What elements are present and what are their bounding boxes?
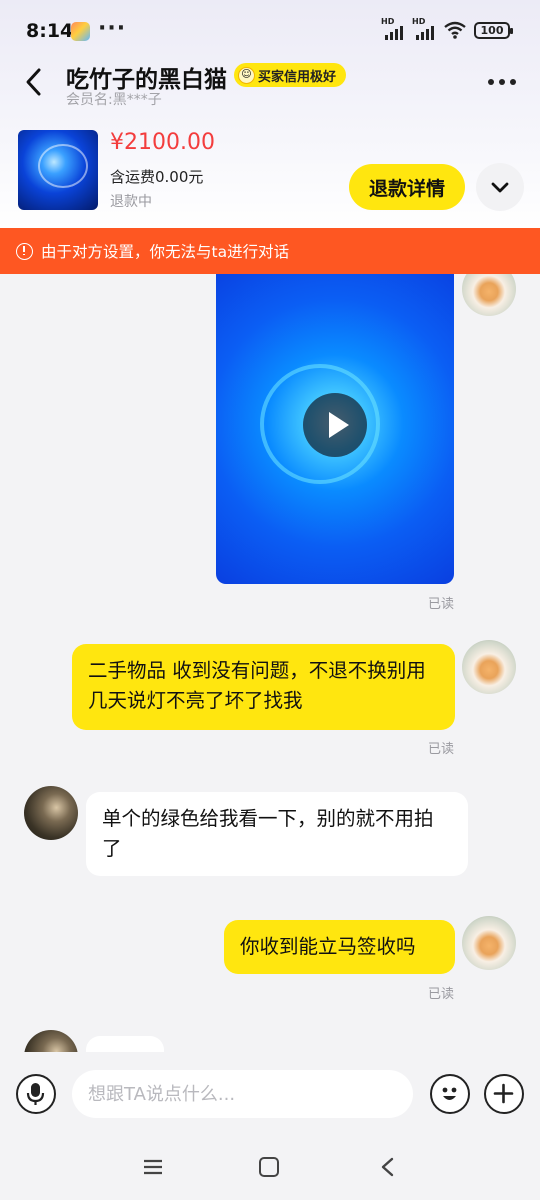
seller-avatar[interactable]: [24, 1030, 78, 1052]
credit-badge-label: 买家信用极好: [258, 69, 337, 85]
signal-icon: HD: [381, 17, 405, 40]
system-nav-bar: [0, 1142, 540, 1200]
voice-input-button[interactable]: [16, 1074, 56, 1114]
seller-avatar[interactable]: [24, 786, 78, 840]
my-avatar[interactable]: [462, 274, 516, 316]
more-options-button[interactable]: [488, 72, 520, 92]
message-input[interactable]: [72, 1070, 413, 1118]
refund-status: 退款中: [110, 194, 152, 210]
my-avatar[interactable]: [462, 916, 516, 970]
back-button[interactable]: [20, 64, 50, 100]
chevron-down-icon: [491, 182, 509, 193]
signal-icon: HD: [412, 17, 436, 40]
warning-icon: [16, 242, 33, 260]
message-bubble-theirs[interactable]: 单个的绿色给我看一下，别的就不用拍了: [86, 792, 468, 876]
chat-list[interactable]: 已读 二手物品 收到没有问题，不退不换别用几天说灯不亮了坏了找我 已读 单个的绿…: [0, 274, 540, 1052]
wifi-icon: [444, 21, 466, 39]
message-bubble-theirs[interactable]: [86, 1036, 164, 1052]
product-thumbnail[interactable]: [18, 130, 98, 210]
emoji-button[interactable]: [430, 1074, 470, 1114]
home-icon[interactable]: [259, 1157, 279, 1177]
notice-text: 由于对方设置，你无法与ta进行对话: [41, 243, 290, 261]
read-receipt: 已读: [428, 987, 455, 1002]
my-avatar[interactable]: [462, 640, 516, 694]
smile-face-icon: [442, 1087, 457, 1100]
microphone-icon: [26, 1083, 45, 1105]
expand-button[interactable]: [476, 163, 524, 211]
member-label: 会员名:: [66, 92, 113, 108]
read-receipt: 已读: [428, 742, 455, 757]
message-bubble-mine[interactable]: 二手物品 收到没有问题，不退不换别用几天说灯不亮了坏了找我: [72, 644, 455, 730]
play-icon[interactable]: [303, 393, 367, 457]
plus-icon: [493, 1083, 514, 1104]
shipping-fee: 含运费0.00元: [110, 168, 204, 186]
credit-badge: ☺ 买家信用极好: [234, 63, 347, 87]
status-bar: 8:14 ··· HD HD 100: [0, 0, 540, 62]
refund-details-button[interactable]: 退款详情: [349, 164, 465, 210]
app-notification-icon: [71, 22, 90, 41]
status-more-icon: ···: [98, 16, 127, 41]
input-bar: [0, 1052, 540, 1142]
more-features-button[interactable]: [484, 1074, 524, 1114]
battery-icon: 100: [474, 21, 513, 39]
member-name-line: 会员名:黑***子: [66, 89, 162, 109]
notice-banner: 由于对方设置，你无法与ta进行对话: [0, 228, 540, 274]
product-price: ¥2100.00: [110, 130, 215, 155]
video-message[interactable]: [216, 274, 454, 584]
read-receipt: 已读: [428, 597, 455, 612]
message-bubble-mine[interactable]: 你收到能立马签收吗: [224, 920, 455, 974]
status-time: 8:14: [26, 20, 74, 42]
back-nav-icon[interactable]: [378, 1156, 396, 1178]
member-value: 黑***子: [112, 92, 162, 108]
smile-face-icon: ☺: [238, 66, 255, 84]
menu-icon[interactable]: [142, 1158, 164, 1176]
